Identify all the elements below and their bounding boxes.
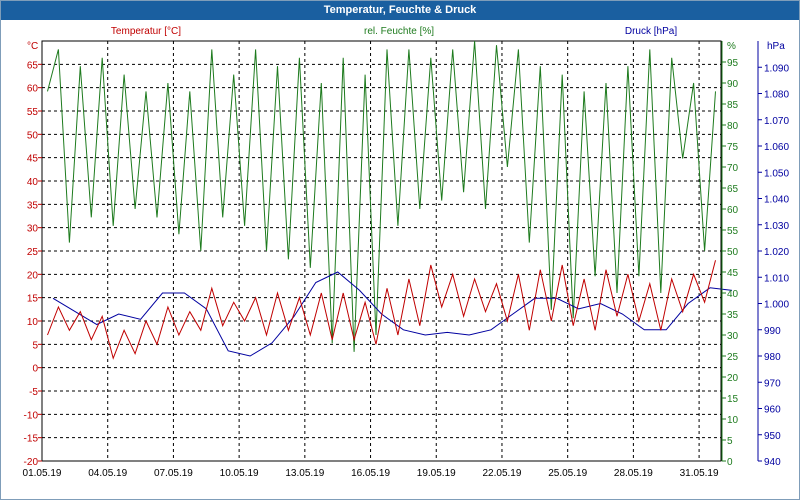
pressure-tick-label: 940: [764, 457, 781, 468]
temp-tick-label: -20: [24, 457, 39, 468]
humidity-tick-label: 65: [727, 184, 739, 195]
x-tick-label: 25.05.19: [548, 468, 587, 479]
humidity-tick-label: 50: [727, 247, 739, 258]
pressure-tick-label: 1.000: [764, 300, 789, 311]
pressure-tick-label: 1.050: [764, 168, 789, 179]
temp-tick-label: 50: [27, 130, 39, 141]
x-tick-label: 04.05.19: [88, 468, 127, 479]
pressure-tick-label: 950: [764, 431, 781, 442]
temp-tick-label: -10: [24, 410, 39, 421]
humidity-tick-label: 45: [727, 268, 739, 279]
humidity-tick-label: 75: [727, 142, 739, 153]
humidity-tick-label: 55: [727, 226, 739, 237]
series-header-temperature: Temperatur [°C]: [111, 26, 181, 37]
temp-tick-label: 10: [27, 317, 39, 328]
temp-tick-label: 25: [27, 247, 39, 258]
temp-tick-label: -15: [24, 434, 39, 445]
humidity-tick-label: 85: [727, 100, 739, 111]
pressure-tick-label: 980: [764, 352, 781, 363]
series-line-humidity: [47, 40, 716, 352]
x-tick-label: 13.05.19: [285, 468, 324, 479]
chart-svg: 01.05.19 04.05.19 07.05.19 10.05.19 13.05.19…: [23, 26, 790, 479]
humidity-tick-label: 5: [727, 436, 733, 447]
pressure-tick-label: 1.090: [764, 63, 789, 74]
temp-tick-label: 15: [27, 294, 39, 305]
temp-tick-label: 5: [32, 340, 38, 351]
x-tick-label: 10.05.19: [220, 468, 259, 479]
temp-tick-label: 35: [27, 200, 39, 211]
humidity-tick-label: 0: [727, 457, 733, 468]
humidity-tick-label: 35: [727, 310, 739, 321]
humidity-tick-label: 20: [727, 373, 739, 384]
temp-tick-label: 20: [27, 270, 39, 281]
series-header-pressure: Druck [hPa]: [625, 26, 677, 37]
temp-tick-label: 40: [27, 177, 39, 188]
pressure-tick-label: 960: [764, 405, 781, 416]
pressure-tick-label: 1.070: [764, 116, 789, 127]
x-tick-label: 19.05.19: [417, 468, 456, 479]
pressure-tick-label: 990: [764, 326, 781, 337]
temp-tick-label: 0: [32, 364, 38, 375]
humidity-tick-label: 25: [727, 352, 739, 363]
humidity-tick-label: 40: [727, 289, 739, 300]
series-header-humidity: rel. Feuchte [%]: [364, 26, 434, 37]
temp-tick-label: -5: [29, 387, 38, 398]
x-tick-label: 22.05.19: [482, 468, 521, 479]
humidity-tick-label: 70: [727, 163, 739, 174]
humidity-tick-label: 30: [727, 331, 739, 342]
pressure-tick-label: 1.040: [764, 195, 789, 206]
x-tick-label: 01.05.19: [23, 468, 62, 479]
temp-tick-label: 55: [27, 107, 39, 118]
pressure-tick-label: 1.060: [764, 142, 789, 153]
pressure-axis-unit: hPa: [767, 41, 785, 52]
pressure-tick-label: 1.030: [764, 221, 789, 232]
temp-axis-unit: °C: [27, 41, 38, 52]
chart-window: Temperatur, Feuchte & Druck 01.05.19 04.0…: [0, 0, 800, 500]
x-tick-label: 07.05.19: [154, 468, 193, 479]
temp-tick-label: 65: [27, 60, 39, 71]
humidity-tick-label: 15: [727, 394, 739, 405]
humidity-tick-label: 80: [727, 121, 739, 132]
series-line-temperature: [47, 260, 716, 360]
pressure-tick-label: 970: [764, 378, 781, 389]
humidity-tick-label: 90: [727, 79, 739, 90]
humidity-tick-label: 60: [727, 205, 739, 216]
temp-tick-label: 60: [27, 84, 39, 95]
humidity-axis-unit: %: [727, 41, 736, 52]
pressure-tick-label: 1.020: [764, 247, 789, 258]
x-tick-label: 16.05.19: [351, 468, 390, 479]
pressure-tick-label: 1.010: [764, 273, 789, 284]
axis-headers: Temperatur [°C] rel. Feuchte [%] Druck [hP…: [111, 26, 677, 37]
temp-tick-label: 45: [27, 154, 39, 165]
temp-tick-label: 30: [27, 224, 39, 235]
x-tick-label: 28.05.19: [614, 468, 653, 479]
series-lines: [47, 40, 733, 360]
x-tick-label: 31.05.19: [680, 468, 719, 479]
humidity-tick-label: 10: [727, 415, 739, 426]
axes: 01.05.19 04.05.19 07.05.19 10.05.19 13.05.19…: [23, 41, 789, 479]
pressure-tick-label: 1.080: [764, 90, 789, 101]
humidity-tick-label: 95: [727, 58, 739, 69]
